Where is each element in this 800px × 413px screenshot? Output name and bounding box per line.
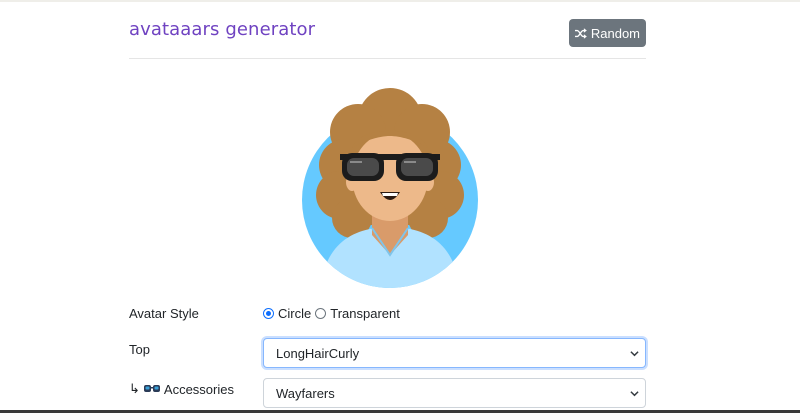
random-button-label: Random (590, 25, 640, 41)
shuffle-icon (575, 27, 587, 39)
avatar-preview (302, 88, 478, 288)
radio-circle[interactable] (263, 308, 274, 319)
accessories-label: Accessories (163, 381, 234, 397)
radio-transparent[interactable] (315, 308, 327, 319)
accessories-select[interactable]: Wayfarers (263, 378, 646, 408)
top-select[interactable]: LongHairCurly (263, 338, 646, 368)
top-border (0, 0, 800, 2)
random-button[interactable]: Random (569, 19, 646, 47)
chevron-down-icon (630, 391, 639, 397)
sunglasses-icon (143, 385, 160, 392)
radio-circle-label[interactable]: Circle (278, 306, 311, 321)
accessories-label-group: ↳ Accessories (129, 381, 234, 397)
nested-arrow-icon: ↳ (129, 381, 140, 396)
avatar-style-radio-group: Circle Transparent (263, 306, 404, 321)
avatar-style-label: Avatar Style (129, 306, 199, 321)
top-select-value: LongHairCurly (276, 345, 360, 361)
page-title: avataaars generator (129, 19, 316, 40)
accessories-select-value: Wayfarers (276, 385, 335, 401)
header-divider (129, 58, 646, 59)
radio-transparent-label[interactable]: Transparent (330, 306, 400, 321)
chevron-down-icon (630, 351, 639, 357)
top-label: Top (129, 342, 150, 357)
